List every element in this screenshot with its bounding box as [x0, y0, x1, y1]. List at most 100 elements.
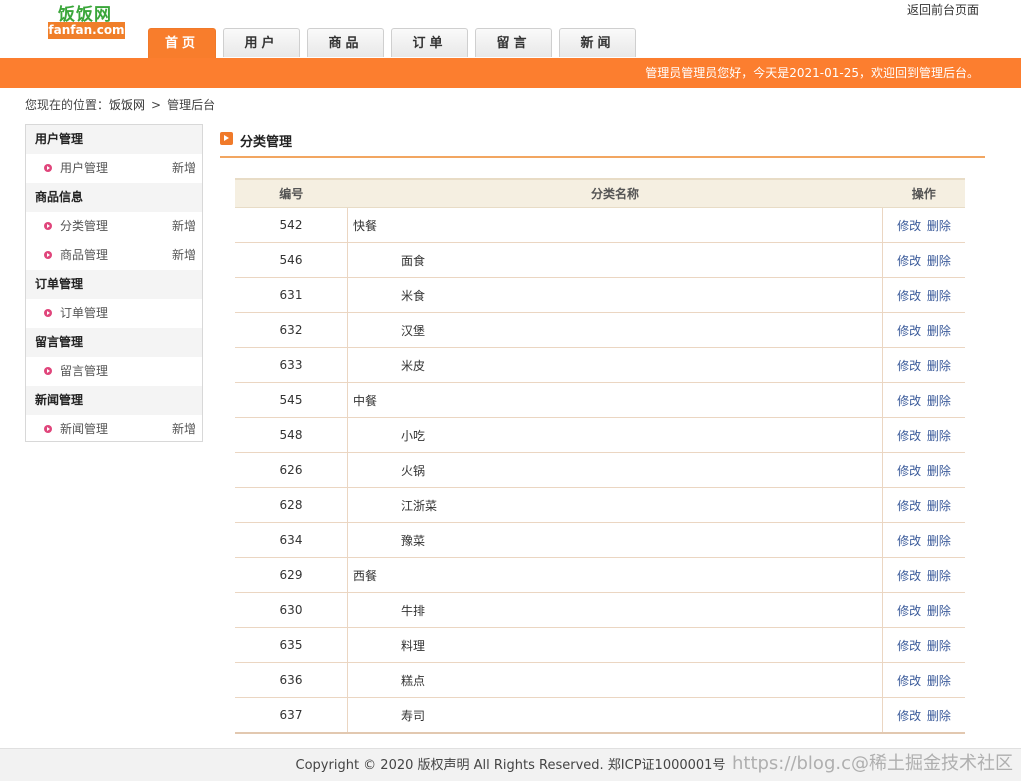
sidebar-item[interactable]: 用户管理 新增	[26, 154, 202, 183]
cell-id: 626	[235, 452, 348, 488]
sidebar-item[interactable]: 新闻管理 新增	[26, 415, 202, 444]
cell-ops: 修改 删除	[882, 242, 965, 278]
edit-link[interactable]: 修改	[897, 534, 921, 548]
sidebar-group-title: 订单管理	[26, 270, 202, 299]
site-logo[interactable]: 饭饭网 fanfan.com	[46, 0, 126, 40]
watermark: https://blog.c@稀土掘金技术社区	[731, 753, 1013, 774]
table-row: 634 豫菜 修改 删除	[235, 522, 965, 558]
edit-link[interactable]: 修改	[897, 429, 921, 443]
cell-name: 小吃	[347, 417, 883, 453]
cell-name: 料理	[347, 627, 883, 663]
sidebar-item[interactable]: 分类管理 新增	[26, 212, 202, 241]
back-to-frontend-link[interactable]: 返回前台页面	[907, 1, 979, 18]
sidebar-item[interactable]: 商品管理 新增	[26, 241, 202, 270]
edit-link[interactable]: 修改	[897, 324, 921, 338]
cell-name: 江浙菜	[347, 487, 883, 523]
sidebar-add-link[interactable]: 新增	[172, 154, 196, 183]
delete-link[interactable]: 删除	[927, 394, 951, 408]
table-row: 545 中餐 修改 删除	[235, 382, 965, 418]
delete-link[interactable]: 删除	[927, 674, 951, 688]
edit-link[interactable]: 修改	[897, 219, 921, 233]
category-table: 编号 分类名称 操作 542 快餐 修改 删除 546 面食 修改 删除 631 米食 修改 删…	[235, 178, 965, 734]
sidebar-add-link[interactable]: 新增	[172, 212, 196, 241]
nav-tab-3[interactable]: 订单	[391, 28, 468, 57]
table-row: 548 小吃 修改 删除	[235, 417, 965, 453]
delete-link[interactable]: 删除	[927, 464, 951, 478]
edit-link[interactable]: 修改	[897, 394, 921, 408]
delete-link[interactable]: 删除	[927, 219, 951, 233]
cell-id: 632	[235, 312, 348, 348]
edit-link[interactable]: 修改	[897, 359, 921, 373]
cell-id: 636	[235, 662, 348, 698]
edit-link[interactable]: 修改	[897, 499, 921, 513]
table-row: 626 火锅 修改 删除	[235, 452, 965, 488]
sidebar-item-label[interactable]: 留言管理	[60, 364, 108, 378]
cell-id: 633	[235, 347, 348, 383]
sidebar-item-label[interactable]: 商品管理	[60, 248, 108, 262]
cell-ops: 修改 删除	[882, 592, 965, 628]
delete-link[interactable]: 删除	[927, 359, 951, 373]
delete-link[interactable]: 删除	[927, 604, 951, 618]
welcome-message: 管理员管理员您好，今天是2021-01-25，欢迎回到管理后台。	[645, 66, 979, 80]
sidebar-group: 商品信息 分类管理 新增 商品管理 新增	[26, 183, 202, 270]
delete-link[interactable]: 删除	[927, 499, 951, 513]
sidebar-item[interactable]: 留言管理	[26, 357, 202, 386]
sidebar-item-label[interactable]: 用户管理	[60, 161, 108, 175]
delete-link[interactable]: 删除	[927, 429, 951, 443]
sidebar-add-link[interactable]: 新增	[172, 241, 196, 270]
nav-tab-4[interactable]: 留言	[475, 28, 552, 57]
cell-id: 548	[235, 417, 348, 453]
sidebar-group: 留言管理 留言管理	[26, 328, 202, 386]
table-row: 546 面食 修改 删除	[235, 242, 965, 278]
nav-tab-1[interactable]: 用户	[223, 28, 300, 57]
sidebar-item-label[interactable]: 新闻管理	[60, 422, 108, 436]
cell-ops: 修改 删除	[882, 207, 965, 243]
table-row: 542 快餐 修改 删除	[235, 207, 965, 243]
sidebar-group-title: 新闻管理	[26, 386, 202, 415]
edit-link[interactable]: 修改	[897, 639, 921, 653]
edit-link[interactable]: 修改	[897, 569, 921, 583]
nav-tab-2[interactable]: 商品	[307, 28, 384, 57]
nav-tab-0[interactable]: 首页	[148, 28, 216, 58]
delete-link[interactable]: 删除	[927, 254, 951, 268]
cell-ops: 修改 删除	[882, 452, 965, 488]
edit-link[interactable]: 修改	[897, 464, 921, 478]
edit-link[interactable]: 修改	[897, 254, 921, 268]
breadcrumb: 您现在的位置：饭饭网 > 管理后台	[25, 96, 215, 113]
sidebar-item[interactable]: 订单管理	[26, 299, 202, 328]
table-row: 629 西餐 修改 删除	[235, 557, 965, 593]
logo-text-en: fanfan.com	[48, 22, 125, 39]
table-row: 630 牛排 修改 删除	[235, 592, 965, 628]
sidebar-add-link[interactable]: 新增	[172, 415, 196, 444]
cell-ops: 修改 删除	[882, 522, 965, 558]
table-row: 631 米食 修改 删除	[235, 277, 965, 313]
delete-link[interactable]: 删除	[927, 324, 951, 338]
edit-link[interactable]: 修改	[897, 289, 921, 303]
cell-id: 628	[235, 487, 348, 523]
sidebar-item-label[interactable]: 分类管理	[60, 219, 108, 233]
sidebar-item-label[interactable]: 订单管理	[60, 306, 108, 320]
column-header-id: 编号	[235, 178, 348, 208]
bullet-arrow-icon	[44, 164, 52, 172]
arrow-right-icon	[220, 132, 233, 145]
table-row: 637 寿司 修改 删除	[235, 697, 965, 734]
cell-ops: 修改 删除	[882, 347, 965, 383]
main-nav: 首页 用户 商品 订单 留言 新闻	[148, 28, 643, 58]
delete-link[interactable]: 删除	[927, 569, 951, 583]
delete-link[interactable]: 删除	[927, 639, 951, 653]
cell-id: 634	[235, 522, 348, 558]
edit-link[interactable]: 修改	[897, 674, 921, 688]
edit-link[interactable]: 修改	[897, 709, 921, 723]
breadcrumb-home-link[interactable]: 饭饭网	[109, 98, 145, 112]
delete-link[interactable]: 删除	[927, 289, 951, 303]
edit-link[interactable]: 修改	[897, 604, 921, 618]
delete-link[interactable]: 删除	[927, 709, 951, 723]
panel-header: 分类管理	[220, 130, 985, 158]
cell-ops: 修改 删除	[882, 312, 965, 348]
nav-tab-5[interactable]: 新闻	[559, 28, 636, 57]
cell-id: 631	[235, 277, 348, 313]
delete-link[interactable]: 删除	[927, 534, 951, 548]
breadcrumb-separator: >	[151, 98, 162, 112]
sidebar-group: 新闻管理 新闻管理 新增	[26, 386, 202, 444]
cell-name: 火锅	[347, 452, 883, 488]
